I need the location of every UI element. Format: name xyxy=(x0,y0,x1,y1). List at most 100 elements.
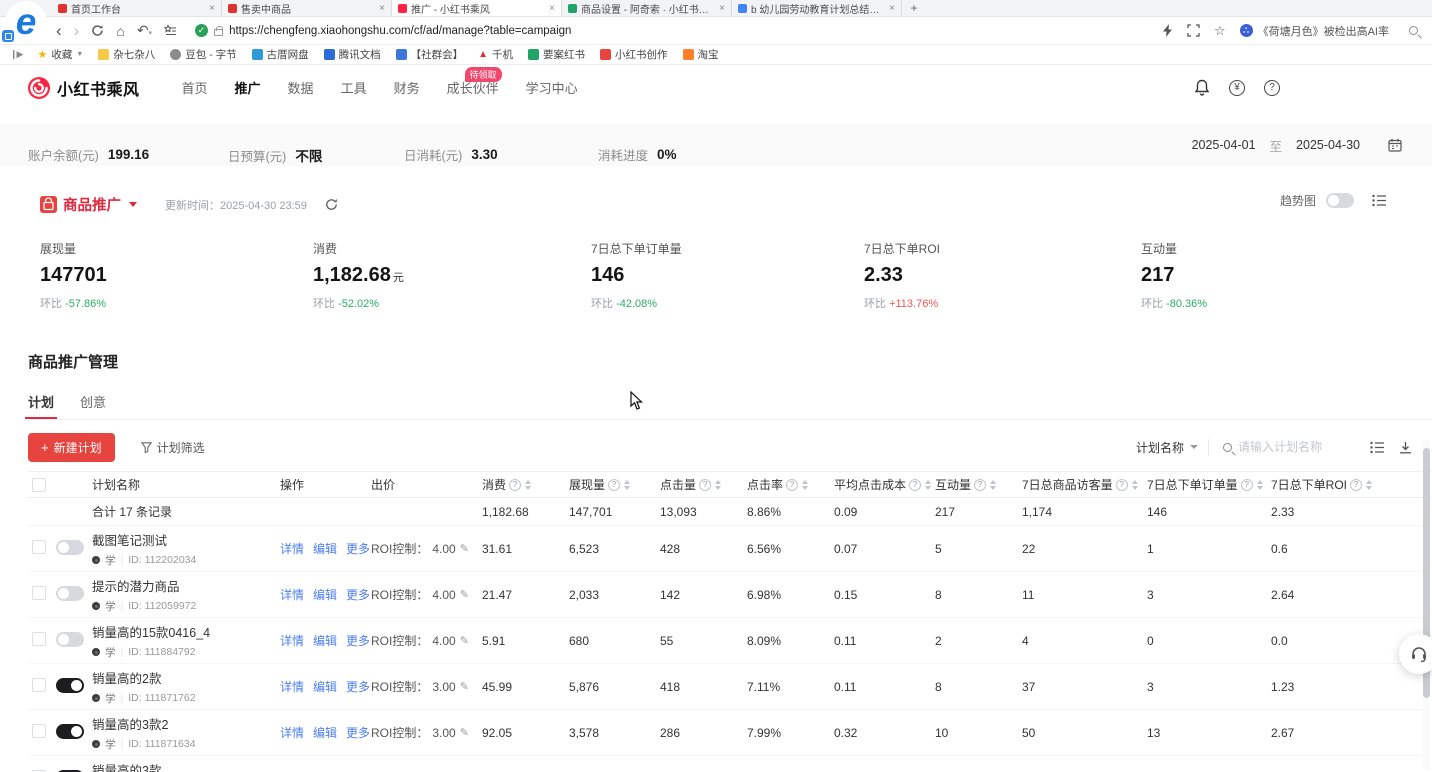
url-text[interactable]: https://chengfeng.xiaohongshu.com/cf/ad/… xyxy=(229,25,571,37)
table-scrollbar[interactable] xyxy=(1423,440,1430,770)
tab-计划[interactable]: 计划 xyxy=(28,392,54,419)
select-all-checkbox[interactable] xyxy=(32,478,46,492)
column-header[interactable]: 消费? xyxy=(482,476,569,493)
action-link-更多[interactable]: 更多 xyxy=(346,632,370,649)
action-link-详情[interactable]: 详情 xyxy=(280,724,304,741)
column-header[interactable]: 点击量? xyxy=(660,476,747,493)
edit-bid-icon[interactable]: ✎ xyxy=(460,542,469,555)
bookmarks-toggle-icon[interactable]: ❙▶ xyxy=(10,49,22,60)
tab-close-icon[interactable]: × xyxy=(379,3,385,14)
nav-item-学习中心[interactable]: 学习中心 xyxy=(526,78,578,97)
favorites-list-icon[interactable] xyxy=(164,24,177,37)
action-link-更多[interactable]: 更多 xyxy=(346,678,370,695)
capture-icon[interactable] xyxy=(1187,24,1200,37)
sort-icon[interactable] xyxy=(802,480,808,490)
action-link-更多[interactable]: 更多 xyxy=(346,724,370,741)
plan-filter-button[interactable]: 计划筛选 xyxy=(141,439,205,456)
browser-tab[interactable]: 首页工作台× xyxy=(52,0,222,16)
row-checkbox[interactable] xyxy=(32,724,46,738)
plan-status-toggle[interactable] xyxy=(56,678,84,693)
plan-status-toggle[interactable] xyxy=(56,540,84,555)
metrics-settings-icon[interactable] xyxy=(1372,194,1387,207)
bookmark-item[interactable]: 淘宝 xyxy=(683,47,719,62)
refresh-icon[interactable] xyxy=(91,24,104,37)
new-tab-button[interactable]: + xyxy=(902,0,926,16)
column-header[interactable]: 平均点击成本? xyxy=(834,476,935,493)
action-link-详情[interactable]: 详情 xyxy=(280,586,304,603)
browser-search-icon[interactable] xyxy=(1409,26,1418,35)
action-link-编辑[interactable]: 编辑 xyxy=(313,632,337,649)
search-field-select[interactable]: 计划名称 xyxy=(1136,439,1209,456)
bookmark-item[interactable]: ★收藏▼ xyxy=(37,47,83,62)
plan-status-toggle[interactable] xyxy=(56,724,84,739)
back-button[interactable]: ‹ xyxy=(56,21,62,41)
browser-notice[interactable]: ஃ 《荷塘月色》被检出高AI率 xyxy=(1240,23,1389,39)
bookmark-item[interactable]: 杂七杂八 xyxy=(98,47,155,62)
action-link-详情[interactable]: 详情 xyxy=(280,632,304,649)
bookmark-item[interactable]: 腾讯文档 xyxy=(324,47,381,62)
column-header[interactable]: 互动量? xyxy=(935,476,1022,493)
action-link-编辑[interactable]: 编辑 xyxy=(313,586,337,603)
tab-close-icon[interactable]: × xyxy=(549,3,555,14)
column-header[interactable]: 点击率? xyxy=(747,476,834,493)
edit-bid-icon[interactable]: ✎ xyxy=(460,726,469,739)
promo-type-select[interactable]: 商品推广 xyxy=(63,194,121,215)
info-icon[interactable]: ? xyxy=(608,479,620,491)
action-link-编辑[interactable]: 编辑 xyxy=(313,540,337,557)
brand[interactable]: 小红书乘风 xyxy=(28,76,140,100)
sort-icon[interactable] xyxy=(525,480,531,490)
calendar-icon[interactable] xyxy=(1388,138,1402,152)
edit-bid-icon[interactable]: ✎ xyxy=(460,634,469,647)
sort-icon[interactable] xyxy=(990,480,996,490)
info-icon[interactable]: ? xyxy=(786,479,798,491)
nav-item-首页[interactable]: 首页 xyxy=(182,78,208,97)
info-icon[interactable]: ? xyxy=(909,479,921,491)
tab-close-icon[interactable]: × xyxy=(719,3,725,14)
info-icon[interactable]: ? xyxy=(699,479,711,491)
nav-item-财务[interactable]: 财务 xyxy=(394,78,420,97)
date-end[interactable]: 2025-04-30 xyxy=(1296,138,1360,152)
browser-tab[interactable]: b 幼儿园劳动教育计划总结方案× xyxy=(732,0,902,16)
sort-icon[interactable] xyxy=(1257,480,1263,490)
bookmark-item[interactable]: 小红书创作 xyxy=(600,47,668,62)
home-button[interactable]: ⌂ xyxy=(116,23,124,39)
plan-status-toggle[interactable] xyxy=(56,586,84,601)
sort-icon[interactable] xyxy=(1366,480,1372,490)
nav-item-工具[interactable]: 工具 xyxy=(341,78,367,97)
edit-bid-icon[interactable]: ✎ xyxy=(460,680,469,693)
info-icon[interactable]: ? xyxy=(1241,479,1253,491)
info-icon[interactable]: ? xyxy=(974,479,986,491)
edit-bid-icon[interactable]: ✎ xyxy=(460,588,469,601)
tab-close-icon[interactable]: × xyxy=(209,3,215,14)
customer-service-button[interactable] xyxy=(1399,634,1432,674)
finance-icon[interactable]: ¥ xyxy=(1229,80,1245,96)
sort-icon[interactable] xyxy=(925,480,931,490)
row-checkbox[interactable] xyxy=(32,632,46,646)
column-settings-icon[interactable] xyxy=(1370,441,1385,454)
column-header[interactable]: 7日总商品访客量? xyxy=(1022,476,1147,493)
action-link-详情[interactable]: 详情 xyxy=(280,678,304,695)
refresh-data-icon[interactable] xyxy=(325,198,338,211)
column-header[interactable]: 7日总下单订单量? xyxy=(1147,476,1271,493)
download-icon[interactable] xyxy=(1399,441,1412,454)
bookmark-item[interactable]: 要案红书 xyxy=(528,47,585,62)
trend-chart-toggle[interactable] xyxy=(1326,193,1354,208)
date-range-picker[interactable]: 2025-04-01 至 2025-04-30 xyxy=(1192,136,1402,155)
help-icon[interactable]: ? xyxy=(1264,80,1280,96)
column-header[interactable]: 展现量? xyxy=(569,476,660,493)
info-icon[interactable]: ? xyxy=(1116,479,1128,491)
sort-icon[interactable] xyxy=(1132,480,1138,490)
nav-item-数据[interactable]: 数据 xyxy=(288,78,314,97)
action-link-更多[interactable]: 更多 xyxy=(346,586,370,603)
action-link-更多[interactable]: 更多 xyxy=(346,540,370,557)
sort-icon[interactable] xyxy=(624,480,630,490)
column-header[interactable]: 7日总下单ROI? xyxy=(1271,476,1404,493)
star-bookmark-icon[interactable]: ☆ xyxy=(1214,23,1226,39)
action-link-详情[interactable]: 详情 xyxy=(280,540,304,557)
bookmark-item[interactable]: 豆包 - 字节 xyxy=(170,47,236,62)
bookmark-item[interactable]: 【社群会】 xyxy=(396,47,464,62)
bookmark-item[interactable]: ▲千机 xyxy=(478,47,513,62)
browser-tab[interactable]: 商品设置 - 阿奇索 · 小红书自动× xyxy=(562,0,732,16)
row-checkbox[interactable] xyxy=(32,540,46,554)
lightning-icon[interactable] xyxy=(1163,24,1173,37)
